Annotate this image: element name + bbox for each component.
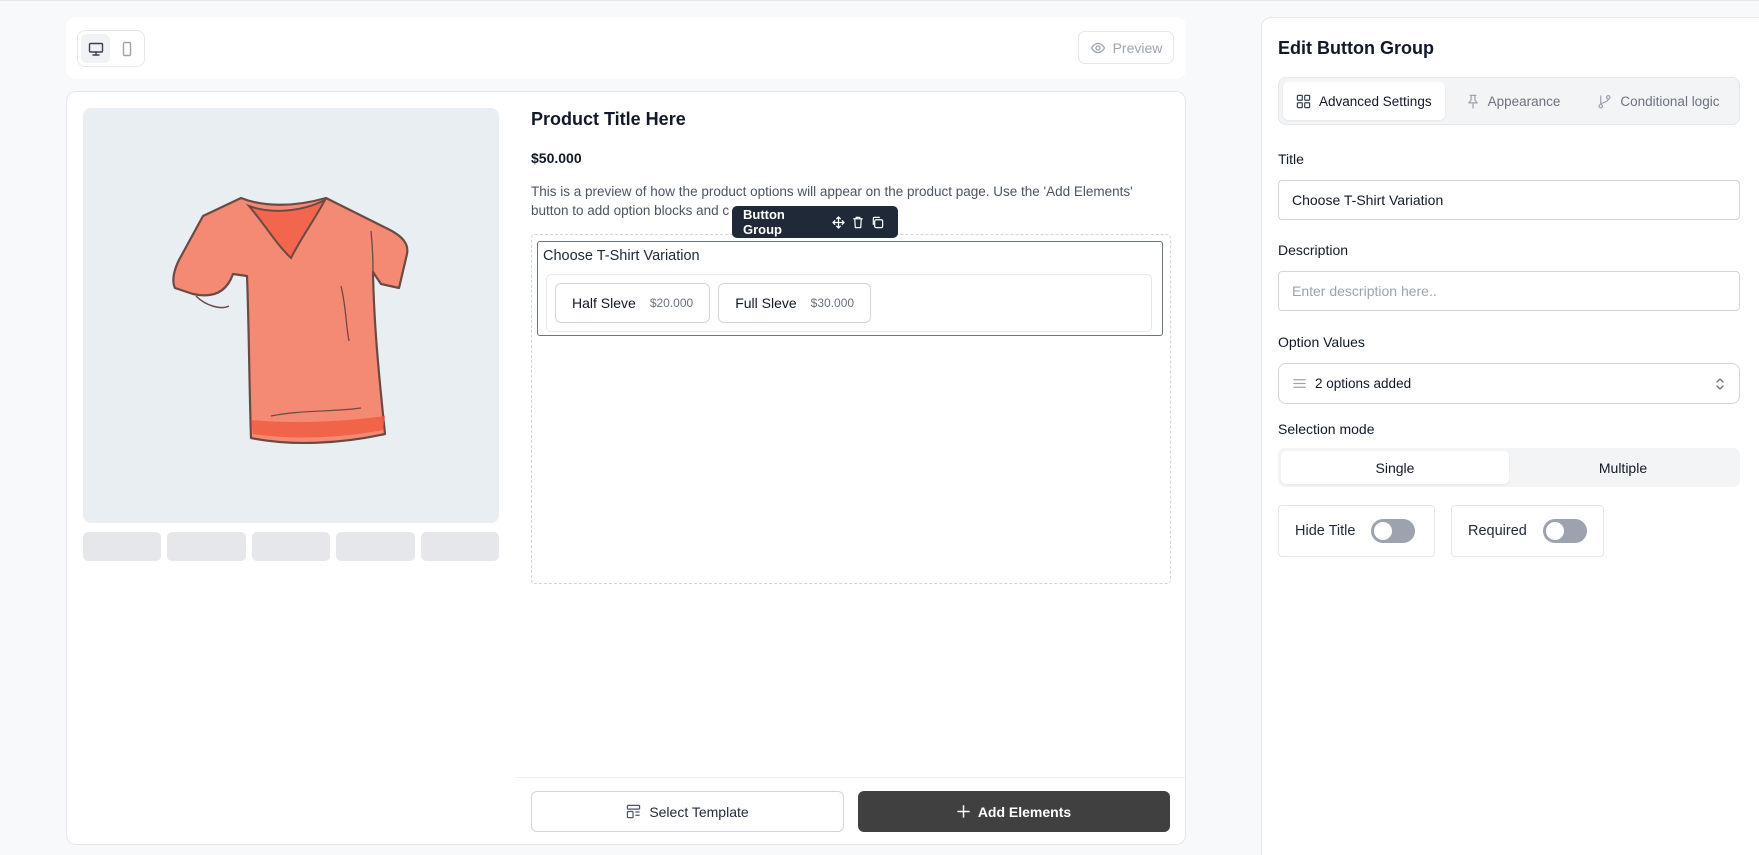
preview-button[interactable]: Preview xyxy=(1078,31,1174,64)
product-title: Product Title Here xyxy=(531,109,686,129)
git-branch-icon xyxy=(1598,94,1611,108)
settings-panel: Edit Button Group Advanced Settings Appe… xyxy=(1261,17,1759,855)
add-elements-button[interactable]: Add Elements xyxy=(858,791,1170,832)
mobile-icon xyxy=(122,41,131,56)
thumbnail-placeholder[interactable] xyxy=(167,532,246,561)
tshirt-image xyxy=(172,196,409,444)
tab-label: Advanced Settings xyxy=(1319,93,1432,109)
button-group-options: Half Sleve $20.000 Full Sleve $30.000 xyxy=(546,274,1152,332)
description-field-label: Description xyxy=(1278,242,1349,258)
option-values-text: 2 options added xyxy=(1315,376,1412,391)
option-values-select[interactable]: 2 options added xyxy=(1278,363,1740,404)
template-icon xyxy=(627,804,641,819)
thumbnail-placeholder[interactable] xyxy=(420,532,500,561)
product-image xyxy=(83,108,499,523)
option-label: Full Sleve xyxy=(735,295,797,311)
tab-appearance[interactable]: Appearance xyxy=(1453,82,1574,120)
preview-label: Preview xyxy=(1112,39,1163,56)
plus-icon xyxy=(956,805,970,818)
selection-mode-toggle: Single Multiple xyxy=(1278,448,1740,487)
button-group-title: Choose T-Shirt Variation xyxy=(543,248,700,264)
required-card: Required xyxy=(1451,505,1604,557)
button-group-block[interactable]: Choose T-Shirt Variation Half Sleve $20.… xyxy=(537,241,1163,336)
tab-advanced-settings[interactable]: Advanced Settings xyxy=(1283,82,1445,120)
tab-label: Conditional logic xyxy=(1620,93,1720,109)
move-icon[interactable] xyxy=(828,211,848,233)
tab-label: Appearance xyxy=(1487,93,1561,109)
add-elements-label: Add Elements xyxy=(977,803,1072,820)
grid-icon xyxy=(1296,94,1311,108)
top-border xyxy=(0,0,1759,1)
thumbnail-placeholder[interactable] xyxy=(251,532,331,561)
hide-title-label: Hide Title xyxy=(1295,523,1356,539)
tab-conditional-logic[interactable]: Conditional logic xyxy=(1584,82,1732,120)
eye-icon xyxy=(1090,42,1105,53)
block-toolbar: Button Group xyxy=(732,206,898,238)
trash-icon[interactable] xyxy=(848,211,868,233)
hide-title-switch[interactable] xyxy=(1371,519,1416,543)
option-button-full-sleve[interactable]: Full Sleve $30.000 xyxy=(718,283,872,323)
title-field-label: Title xyxy=(1278,151,1304,167)
chevron-up-down-icon xyxy=(1716,377,1724,390)
panel-title: Edit Button Group xyxy=(1278,38,1434,58)
selection-mode-label: Selection mode xyxy=(1278,421,1375,437)
option-button-half-sleve[interactable]: Half Sleve $20.000 xyxy=(555,283,711,323)
thumbnail-placeholder[interactable] xyxy=(83,532,162,561)
duplicate-icon[interactable] xyxy=(867,211,887,233)
select-template-button[interactable]: Select Template xyxy=(531,791,844,832)
thumbnail-strip xyxy=(83,532,500,561)
product-price: $50.000 xyxy=(531,150,582,166)
option-price: $30.000 xyxy=(810,296,855,310)
block-type-label: Button Group xyxy=(743,207,785,237)
pin-icon xyxy=(1467,94,1478,109)
settings-tabs: Advanced Settings Appearance Conditional… xyxy=(1278,77,1740,125)
required-switch[interactable] xyxy=(1542,519,1587,543)
footer-divider xyxy=(515,777,1185,778)
selection-mode-multiple[interactable]: Multiple xyxy=(1509,451,1737,484)
hide-title-card: Hide Title xyxy=(1278,505,1435,557)
option-price: $20.000 xyxy=(649,296,694,310)
thumbnail-placeholder[interactable] xyxy=(336,532,415,561)
editor-toolbar: Preview xyxy=(66,17,1186,79)
required-label: Required xyxy=(1468,523,1527,539)
product-canvas: Product Title Here $50.000 This is a pre… xyxy=(66,91,1186,845)
mobile-view-button[interactable] xyxy=(112,34,141,63)
title-input[interactable] xyxy=(1278,180,1740,220)
list-icon xyxy=(1293,379,1306,388)
select-template-label: Select Template xyxy=(649,803,749,820)
option-values-label: Option Values xyxy=(1278,334,1365,350)
desktop-view-button[interactable] xyxy=(81,34,110,63)
desktop-icon xyxy=(88,42,103,56)
description-input[interactable] xyxy=(1278,271,1740,311)
device-toggle xyxy=(77,30,145,67)
selection-mode-single[interactable]: Single xyxy=(1281,451,1509,484)
option-label: Half Sleve xyxy=(572,295,636,311)
